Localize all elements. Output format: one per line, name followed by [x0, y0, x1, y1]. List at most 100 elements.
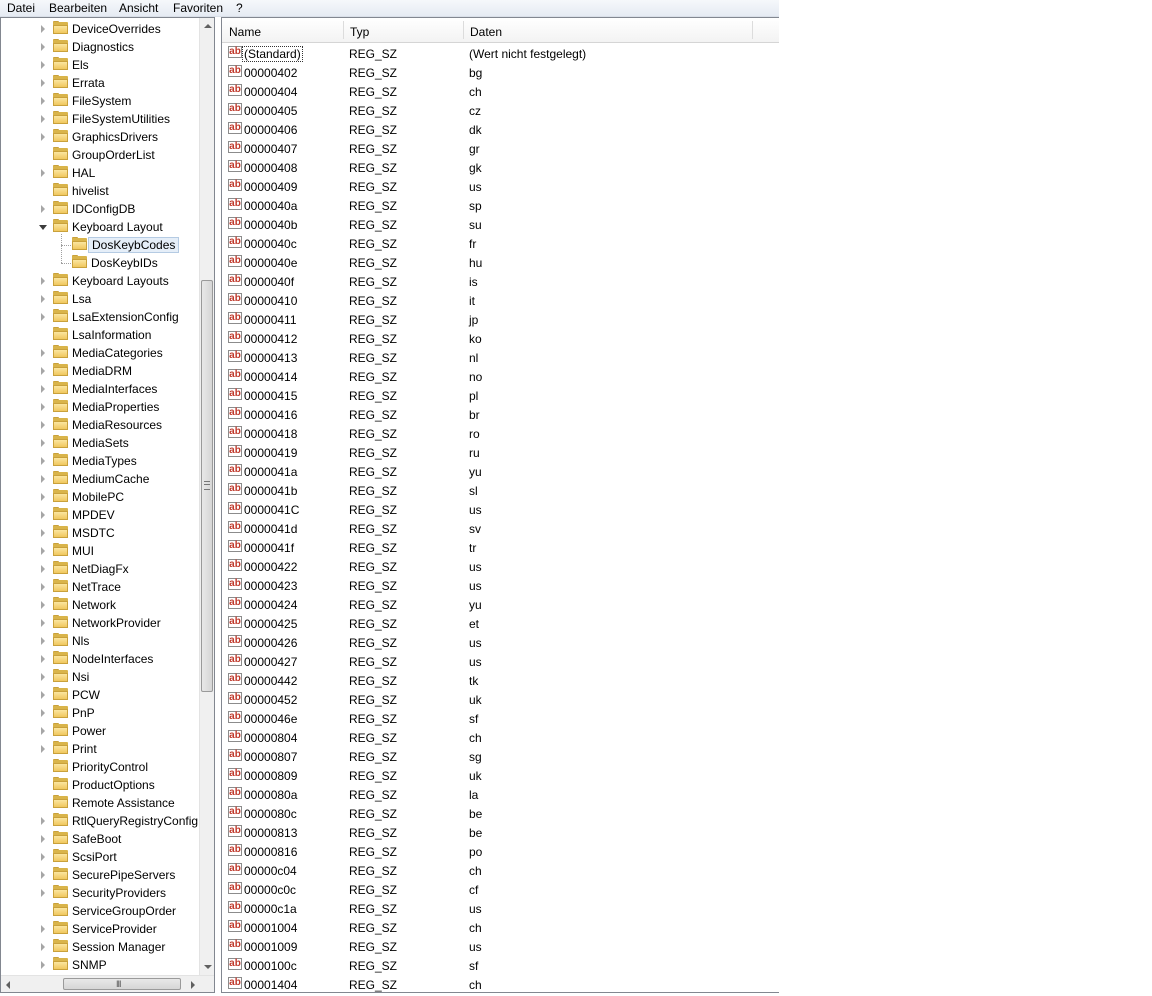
tree-item[interactable]: DosKeybCodes: [1, 236, 198, 254]
table-row[interactable]: ab 00001004 REG_SZ ch: [222, 918, 779, 937]
table-row[interactable]: ab 00000422 REG_SZ us: [222, 557, 779, 576]
arrow-left-icon[interactable]: [6, 981, 10, 989]
tree-item[interactable]: RtlQueryRegistryConfig: [1, 812, 198, 830]
table-row[interactable]: ab 00000418 REG_SZ ro: [222, 424, 779, 443]
tree-item[interactable]: NetDiagFx: [1, 560, 198, 578]
collapsed-arrow-icon[interactable]: [41, 25, 45, 33]
column-header-data[interactable]: Daten: [463, 18, 753, 42]
table-row[interactable]: ab 00000411 REG_SZ jp: [222, 310, 779, 329]
tree-vertical-scrollbar[interactable]: [199, 18, 214, 975]
column-header-name[interactable]: Name: [222, 18, 343, 42]
collapsed-arrow-icon[interactable]: [41, 835, 45, 843]
tree-item[interactable]: Keyboard Layout: [1, 218, 198, 236]
tree-item[interactable]: ScsiPort: [1, 848, 198, 866]
collapsed-arrow-icon[interactable]: [41, 295, 45, 303]
table-row[interactable]: ab 00000415 REG_SZ pl: [222, 386, 779, 405]
collapsed-arrow-icon[interactable]: [41, 745, 45, 753]
collapsed-arrow-icon[interactable]: [41, 583, 45, 591]
collapsed-arrow-icon[interactable]: [41, 673, 45, 681]
value-list[interactable]: Name Typ Daten ab (Standard) REG_SZ (Wert n…: [221, 17, 779, 993]
collapsed-arrow-icon[interactable]: [41, 61, 45, 69]
tree-item[interactable]: MediaResources: [1, 416, 198, 434]
tree-item[interactable]: SecurePipeServers: [1, 866, 198, 884]
tree-item[interactable]: Errata: [1, 74, 198, 92]
table-row[interactable]: ab 0000080a REG_SZ la: [222, 785, 779, 804]
table-row[interactable]: ab 0000040b REG_SZ su: [222, 215, 779, 234]
table-row[interactable]: ab 00000813 REG_SZ be: [222, 823, 779, 842]
table-row[interactable]: ab 00000809 REG_SZ uk: [222, 766, 779, 785]
collapsed-arrow-icon[interactable]: [41, 439, 45, 447]
tree-item[interactable]: Power: [1, 722, 198, 740]
menu-datei[interactable]: Datei: [7, 1, 35, 15]
arrow-right-icon[interactable]: [191, 981, 195, 989]
tree-item[interactable]: MPDEV: [1, 506, 198, 524]
tree-item[interactable]: MediaProperties: [1, 398, 198, 416]
collapsed-arrow-icon[interactable]: [41, 385, 45, 393]
table-row[interactable]: ab 00000816 REG_SZ po: [222, 842, 779, 861]
table-row[interactable]: ab 00000416 REG_SZ br: [222, 405, 779, 424]
table-row[interactable]: ab 00000452 REG_SZ uk: [222, 690, 779, 709]
tree-item[interactable]: Keyboard Layouts: [1, 272, 198, 290]
collapsed-arrow-icon[interactable]: [41, 889, 45, 897]
tree-item[interactable]: LsaExtensionConfig: [1, 308, 198, 326]
tree-item[interactable]: DeviceOverrides: [1, 20, 198, 38]
table-row[interactable]: ab 00000404 REG_SZ ch: [222, 82, 779, 101]
expanded-arrow-icon[interactable]: [39, 225, 47, 230]
table-row[interactable]: ab 00000414 REG_SZ no: [222, 367, 779, 386]
table-row[interactable]: ab 0000041f REG_SZ tr: [222, 538, 779, 557]
table-row[interactable]: ab 00001404 REG_SZ ch: [222, 975, 779, 992]
collapsed-arrow-icon[interactable]: [41, 709, 45, 717]
tree-item[interactable]: NetTrace: [1, 578, 198, 596]
tree-item[interactable]: Els: [1, 56, 198, 74]
tree-item[interactable]: MobilePC: [1, 488, 198, 506]
table-row[interactable]: ab 00000c04 REG_SZ ch: [222, 861, 779, 880]
tree-horizontal-scrollbar[interactable]: III: [1, 975, 214, 992]
tree-item[interactable]: HAL: [1, 164, 198, 182]
collapsed-arrow-icon[interactable]: [41, 277, 45, 285]
tree-item[interactable]: MediumCache: [1, 470, 198, 488]
table-row[interactable]: ab 00000409 REG_SZ us: [222, 177, 779, 196]
menu-favoriten[interactable]: Favoriten: [173, 1, 223, 15]
table-row[interactable]: ab 00000804 REG_SZ ch: [222, 728, 779, 747]
table-row[interactable]: ab 00000c1a REG_SZ us: [222, 899, 779, 918]
column-header-type[interactable]: Typ: [343, 18, 464, 42]
table-row[interactable]: ab 00000424 REG_SZ yu: [222, 595, 779, 614]
table-row[interactable]: ab 00000413 REG_SZ nl: [222, 348, 779, 367]
collapsed-arrow-icon[interactable]: [41, 871, 45, 879]
table-row[interactable]: ab 00000807 REG_SZ sg: [222, 747, 779, 766]
table-row[interactable]: ab 0000046e REG_SZ sf: [222, 709, 779, 728]
menu-bearbeiten[interactable]: Bearbeiten: [49, 1, 107, 15]
collapsed-arrow-icon[interactable]: [41, 817, 45, 825]
tree-item[interactable]: MediaDRM: [1, 362, 198, 380]
table-row[interactable]: ab 0000080c REG_SZ be: [222, 804, 779, 823]
collapsed-arrow-icon[interactable]: [41, 349, 45, 357]
tree-item[interactable]: Print: [1, 740, 198, 758]
tree-item[interactable]: GroupOrderList: [1, 146, 198, 164]
tree-item[interactable]: PriorityControl: [1, 758, 198, 776]
tree-horizontal-thumb[interactable]: III: [63, 978, 181, 990]
tree-item[interactable]: ProductOptions: [1, 776, 198, 794]
table-row[interactable]: ab 0000040a REG_SZ sp: [222, 196, 779, 215]
table-row[interactable]: ab 00000419 REG_SZ ru: [222, 443, 779, 462]
table-row[interactable]: ab 0000040c REG_SZ fr: [222, 234, 779, 253]
column-separator[interactable]: [752, 21, 753, 39]
table-row[interactable]: ab 00000405 REG_SZ cz: [222, 101, 779, 120]
collapsed-arrow-icon[interactable]: [41, 547, 45, 555]
collapsed-arrow-icon[interactable]: [41, 475, 45, 483]
scroll-up-button[interactable]: [200, 18, 214, 33]
collapsed-arrow-icon[interactable]: [41, 727, 45, 735]
collapsed-arrow-icon[interactable]: [41, 115, 45, 123]
collapsed-arrow-icon[interactable]: [41, 655, 45, 663]
collapsed-arrow-icon[interactable]: [41, 97, 45, 105]
tree-item[interactable]: SafeBoot: [1, 830, 198, 848]
tree-item[interactable]: MediaTypes: [1, 452, 198, 470]
table-row[interactable]: ab 0000041C REG_SZ us: [222, 500, 779, 519]
table-row[interactable]: ab 00000423 REG_SZ us: [222, 576, 779, 595]
collapsed-arrow-icon[interactable]: [41, 511, 45, 519]
collapsed-arrow-icon[interactable]: [41, 421, 45, 429]
tree-item[interactable]: NetworkProvider: [1, 614, 198, 632]
menu-help[interactable]: ?: [236, 1, 243, 15]
table-row[interactable]: ab (Standard) REG_SZ (Wert nicht festgelegt…: [222, 44, 779, 63]
table-row[interactable]: ab 00000408 REG_SZ gk: [222, 158, 779, 177]
tree-item[interactable]: ServiceProvider: [1, 920, 198, 938]
